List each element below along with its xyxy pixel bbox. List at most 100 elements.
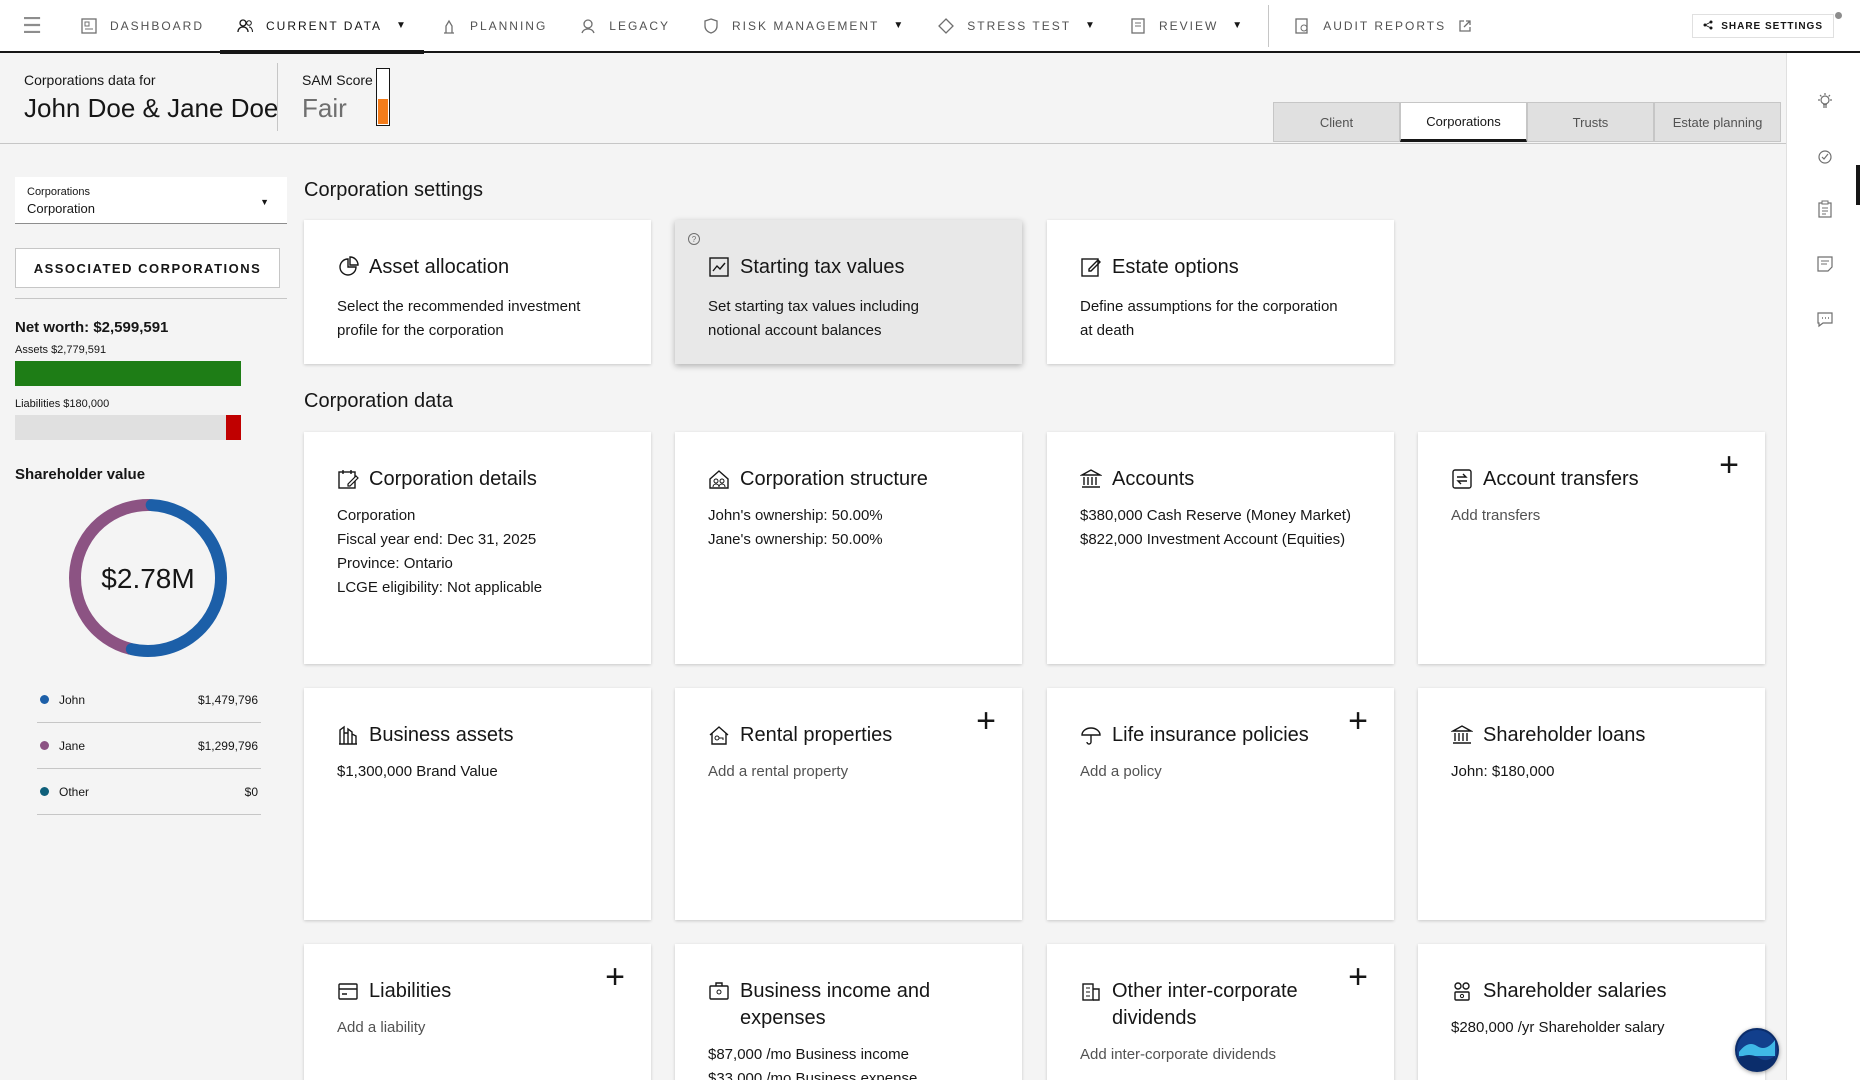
chat-icon[interactable] xyxy=(1814,308,1836,330)
tab-corporations[interactable]: Corporations xyxy=(1400,102,1527,142)
clipboard-icon[interactable] xyxy=(1814,198,1836,220)
card-inter-corporate-dividends[interactable]: + Other inter-corporate dividends Add in… xyxy=(1047,944,1394,1080)
client-header: Corporations data for John Doe & Jane Do… xyxy=(0,53,1786,144)
review-icon xyxy=(1129,17,1147,35)
legacy-icon xyxy=(579,17,597,35)
nav-dashboard[interactable]: DASHBOARD xyxy=(64,0,220,52)
nav-current-data[interactable]: CURRENT DATA ▼ xyxy=(220,0,424,54)
chevron-down-icon[interactable]: ▼ xyxy=(1085,20,1097,31)
checklist-icon[interactable] xyxy=(1814,145,1836,167)
card-line: John's ownership: 50.00% xyxy=(708,507,883,524)
office-building-icon xyxy=(1080,980,1102,1002)
dropdown-value: Corporation xyxy=(27,201,95,216)
legend-name: Jane xyxy=(59,738,86,753)
card-accounts[interactable]: Accounts $380,000 Cash Reserve (Money Ma… xyxy=(1047,432,1394,664)
card-starting-tax-values[interactable]: ? Starting tax values Set starting tax v… xyxy=(675,220,1022,364)
share-settings-label: SHARE SETTINGS xyxy=(1721,20,1823,32)
external-link-icon[interactable] xyxy=(1458,19,1472,33)
corporation-selector[interactable]: Corporations Corporation ▼ xyxy=(15,177,287,224)
dropdown-label: Corporations xyxy=(27,186,90,198)
donut-center-value: $2.78M xyxy=(101,563,194,594)
chevron-down-icon[interactable]: ▼ xyxy=(1232,20,1244,31)
card-corporation-details[interactable]: Corporation details Corporation Fiscal y… xyxy=(304,432,651,664)
card-title: Business income and expenses xyxy=(740,980,931,1029)
shareholder-donut-chart: $2.78M xyxy=(15,493,287,663)
card-liabilities[interactable]: + Liabilities Add a liability xyxy=(304,944,651,1080)
bank-icon xyxy=(1450,724,1474,746)
tab-bar: Client Corporations Trusts Estate planni… xyxy=(1273,102,1781,142)
nav-review[interactable]: REVIEW ▼ xyxy=(1113,0,1260,52)
nav-planning[interactable]: PLANNING xyxy=(424,0,563,52)
card-line: notional account balances xyxy=(708,322,882,339)
card-rental-properties[interactable]: + Rental properties Add a rental propert… xyxy=(675,688,1022,920)
card-line: Add transfers xyxy=(1451,507,1541,524)
card-business-income[interactable]: Business income and expenses $87,000 /mo… xyxy=(675,944,1022,1080)
nav-risk-management[interactable]: RISK MANAGEMENT ▼ xyxy=(686,0,921,52)
card-title: Other inter-corporate dividends xyxy=(1112,980,1298,1029)
card-title: Corporation structure xyxy=(740,468,928,490)
legend-dot xyxy=(40,787,49,796)
assets-label: Assets $2,779,591 xyxy=(15,344,107,356)
card-line: Add a policy xyxy=(1080,763,1162,780)
bank-icon xyxy=(1079,468,1103,490)
planning-icon xyxy=(440,17,458,35)
chevron-down-icon[interactable]: ▼ xyxy=(893,20,905,31)
card-line: Province: Ontario xyxy=(337,555,453,572)
card-asset-allocation[interactable]: Asset allocation Select the recommended … xyxy=(304,220,651,364)
audit-icon xyxy=(1293,17,1311,35)
card-title: Shareholder salaries xyxy=(1483,980,1667,1002)
liabilities-label: Liabilities $180,000 xyxy=(15,398,110,410)
net-worth: Net worth: $2,599,591 xyxy=(15,319,169,336)
card-shareholder-salaries[interactable]: Shareholder salaries $280,000 /yr Shareh… xyxy=(1418,944,1765,1080)
card-line: $87,000 /mo Business income xyxy=(708,1046,909,1063)
share-icon xyxy=(1703,20,1713,33)
nav-legacy[interactable]: LEGACY xyxy=(563,0,686,52)
people-money-icon xyxy=(1451,980,1473,1002)
section-title-settings: Corporation settings xyxy=(304,179,483,201)
shield-icon xyxy=(702,17,720,35)
menu-icon[interactable]: ☰ xyxy=(0,0,64,52)
card-business-assets[interactable]: Business assets $1,300,000 Brand Value xyxy=(304,688,651,920)
liabilities-bar-track xyxy=(15,415,241,440)
tab-estate-planning[interactable]: Estate planning xyxy=(1654,102,1781,142)
card-account-transfers[interactable]: + Account transfers Add transfers xyxy=(1418,432,1765,664)
chevron-down-icon[interactable]: ▼ xyxy=(396,20,408,31)
dashboard-icon xyxy=(80,17,98,35)
help-icon[interactable]: ? xyxy=(688,233,700,245)
nav-stress-test[interactable]: STRESS TEST ▼ xyxy=(921,0,1113,52)
assistant-button[interactable] xyxy=(1735,1028,1779,1072)
section-title-data: Corporation data xyxy=(304,390,453,412)
nav-audit-reports[interactable]: AUDIT REPORTS xyxy=(1277,0,1488,52)
tab-client[interactable]: Client xyxy=(1273,102,1400,142)
card-title: Starting tax values xyxy=(740,256,905,278)
right-rail xyxy=(1786,53,1860,1080)
card-line: $280,000 /yr Shareholder salary xyxy=(1451,1019,1665,1036)
legend-name: Other xyxy=(59,784,90,799)
calendar-edit-icon xyxy=(337,468,359,490)
card-line: Jane's ownership: 50.00% xyxy=(708,531,883,548)
share-settings-button[interactable]: SHARE SETTINGS xyxy=(1692,14,1834,38)
legend-value: $1,299,796 xyxy=(197,738,258,753)
edit-document-icon xyxy=(1080,256,1102,278)
card-life-insurance[interactable]: + Life insurance policies Add a policy xyxy=(1047,688,1394,920)
house-key-icon xyxy=(708,724,730,746)
assets-bar xyxy=(15,361,241,386)
tab-trusts[interactable]: Trusts xyxy=(1527,102,1654,142)
lightbulb-icon[interactable] xyxy=(1814,90,1836,112)
associated-corporations-button[interactable]: ASSOCIATED CORPORATIONS xyxy=(15,248,280,288)
legend-dot xyxy=(40,695,49,704)
building-icon xyxy=(337,724,359,746)
pie-chart-icon xyxy=(337,256,359,278)
card-corporation-structure[interactable]: Corporation structure John's ownership: … xyxy=(675,432,1022,664)
top-navigation: ☰ DASHBOARD CURRENT DATA ▼ PLANNING LEGA… xyxy=(0,0,1860,54)
notes-icon[interactable] xyxy=(1814,253,1836,275)
sidebar-divider xyxy=(15,298,287,299)
card-estate-options[interactable]: Estate options Define assumptions for th… xyxy=(1047,220,1394,364)
card-line: Define assumptions for the corporation xyxy=(1080,298,1338,315)
card-line: John: $180,000 xyxy=(1451,763,1555,780)
card-title: Asset allocation xyxy=(369,256,510,278)
card-title: Rental properties xyxy=(740,724,893,746)
transfer-icon xyxy=(1451,468,1473,490)
card-shareholder-loans[interactable]: Shareholder loans John: $180,000 xyxy=(1418,688,1765,920)
card-title: Business assets xyxy=(369,724,514,746)
